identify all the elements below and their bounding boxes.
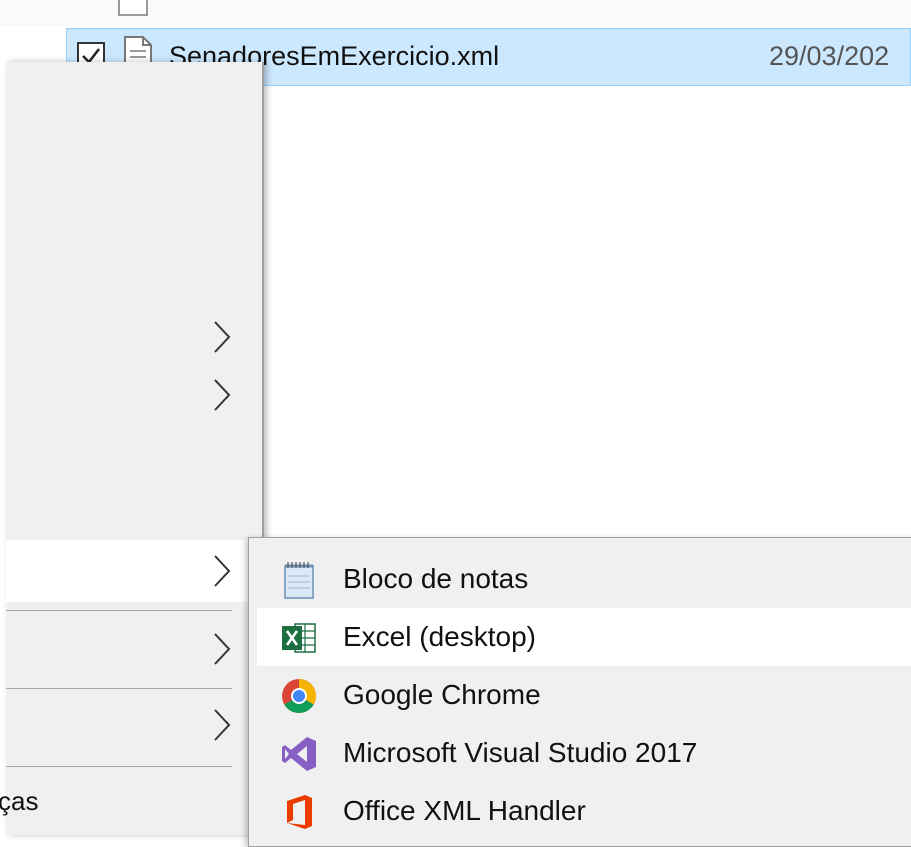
- submenu-item-label: Excel (desktop): [343, 621, 536, 652]
- chevron-right-icon[interactable]: [212, 632, 232, 666]
- submenu-item-label: Google Chrome: [343, 679, 541, 710]
- submenu-item-label: Office XML Handler: [343, 795, 586, 826]
- excel-icon: [282, 623, 316, 653]
- notepad-icon: [284, 562, 314, 599]
- submenu-item-notepad[interactable]: Bloco de notas: [257, 550, 911, 608]
- submenu-item-office-xml-handler[interactable]: Office XML Handler: [257, 782, 911, 840]
- visual-studio-icon: [282, 737, 316, 771]
- office-icon: [287, 795, 312, 829]
- menu-separator: [6, 766, 232, 767]
- chevron-right-icon[interactable]: [212, 320, 232, 354]
- menu-separator: [6, 688, 232, 689]
- chrome-icon: [282, 679, 316, 713]
- context-item-label[interactable]: ças: [0, 786, 38, 817]
- submenu-item-label: Bloco de notas: [343, 563, 529, 594]
- submenu-item-chrome[interactable]: Google Chrome: [257, 666, 911, 724]
- submenu-item-label: Microsoft Visual Studio 2017: [343, 737, 698, 768]
- open-with-submenu: Bloco de notas Excel (desktop) Google Ch…: [248, 537, 911, 847]
- file-row-previous[interactable]: [0, 0, 911, 26]
- context-menu: ças: [0, 62, 264, 835]
- submenu-item-excel[interactable]: Excel (desktop): [257, 608, 911, 666]
- chevron-right-icon[interactable]: [212, 378, 232, 412]
- menu-separator: [6, 610, 232, 611]
- chevron-right-icon: [214, 555, 231, 587]
- chevron-right-icon[interactable]: [212, 708, 232, 742]
- context-item-open-with[interactable]: [6, 540, 262, 602]
- file-date-modified: 29/03/202: [769, 41, 890, 71]
- submenu-item-visual-studio[interactable]: Microsoft Visual Studio 2017: [257, 724, 911, 782]
- document-icon: [118, 0, 148, 16]
